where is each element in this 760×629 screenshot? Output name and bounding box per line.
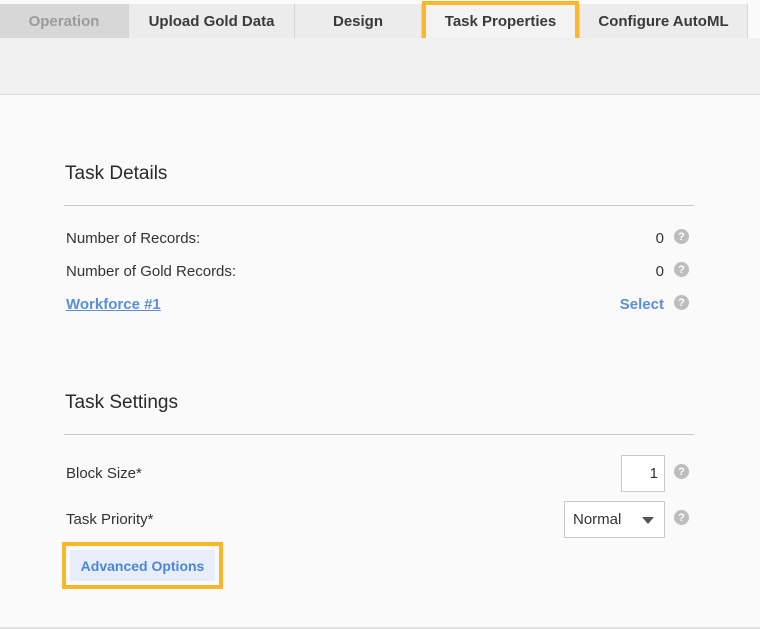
tab-task-properties[interactable]: Task Properties (422, 1, 580, 43)
task-priority-label: Task Priority* (66, 511, 154, 528)
gold-records-help-icon[interactable]: ? (674, 262, 689, 277)
workforce-help-icon[interactable]: ? (674, 295, 689, 310)
block-size-label: Block Size* (66, 465, 142, 482)
workforce-link[interactable]: Workforce #1 (66, 296, 161, 313)
tab-configure-automl[interactable]: Configure AutoML (580, 4, 748, 38)
advanced-options-button[interactable]: Advanced Options (70, 550, 215, 581)
workforce-select-link[interactable]: Select (620, 296, 664, 313)
records-label: Number of Records: (66, 230, 201, 247)
task-settings-divider (64, 434, 694, 435)
advanced-options-highlight: Advanced Options (62, 542, 223, 589)
task-priority-help-icon[interactable]: ? (674, 510, 689, 525)
block-size-input[interactable] (621, 455, 665, 492)
gold-records-label: Number of Gold Records: (66, 263, 237, 280)
records-value: 0 (655, 230, 664, 247)
task-priority-select[interactable]: Normal (564, 501, 665, 538)
records-help-icon[interactable]: ? (674, 229, 689, 244)
header-band (0, 38, 760, 95)
task-settings-title: Task Settings (65, 392, 178, 413)
task-details-title: Task Details (65, 163, 168, 184)
tab-upload-gold-data[interactable]: Upload Gold Data (129, 4, 295, 38)
task-details-divider (64, 205, 694, 206)
task-priority-value: Normal (573, 511, 622, 528)
block-size-help-icon[interactable]: ? (674, 464, 689, 479)
tab-bar: Operation Upload Gold Data Design Task P… (0, 1, 748, 43)
task-properties-panel: Task Details Number of Records: 0 ? Numb… (0, 95, 760, 629)
tab-operation[interactable]: Operation (0, 4, 129, 38)
chevron-down-icon (642, 517, 654, 524)
tab-design[interactable]: Design (295, 4, 422, 38)
gold-records-value: 0 (655, 263, 664, 280)
